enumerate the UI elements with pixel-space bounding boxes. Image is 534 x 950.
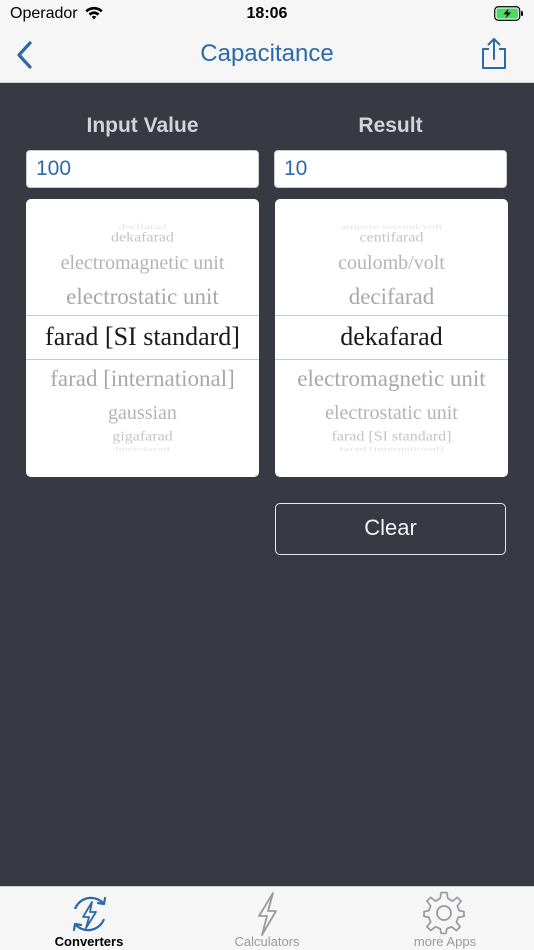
picker-item[interactable]: farad [SI standard] <box>275 429 508 444</box>
picker-item[interactable]: farad [international] <box>26 366 259 392</box>
tab-bar: Converters Calculators more Apps <box>0 886 534 950</box>
picker-item[interactable]: electrostatic unit <box>275 402 508 425</box>
picker-selected-item[interactable]: farad [SI standard] <box>26 322 259 352</box>
picker-item[interactable]: hectofarad <box>26 445 259 453</box>
picker-item[interactable]: electrostatic unit <box>26 284 259 310</box>
picker-item[interactable]: farad [international] <box>275 445 508 453</box>
picker-item[interactable]: electromagnetic unit <box>26 252 259 275</box>
tab-label: Calculators <box>234 934 300 949</box>
input-value-field[interactable]: 100 <box>26 150 259 188</box>
picker-selected-item[interactable]: dekafarad <box>275 322 508 352</box>
from-unit-picker[interactable]: decifarad dekafarad electromagnetic unit… <box>26 199 259 477</box>
tab-more-apps[interactable]: more Apps <box>356 887 534 950</box>
status-time: 18:06 <box>246 5 288 22</box>
share-icon[interactable] <box>480 37 508 71</box>
picker-item[interactable]: decifarad <box>275 284 508 310</box>
battery-charging-icon <box>494 6 523 21</box>
to-unit-picker[interactable]: ampere second/volt centifarad coulomb/vo… <box>275 199 508 477</box>
picker-item[interactable]: centifarad <box>275 230 508 245</box>
gear-icon <box>423 891 465 935</box>
result-field[interactable]: 10 <box>274 150 507 188</box>
input-value-label: Input Value <box>86 114 199 137</box>
tab-label: Converters <box>54 934 124 949</box>
top-bar: Operador 18:06 Capacitance <box>0 0 534 83</box>
picker-item[interactable]: dekafarad <box>26 230 259 245</box>
picker-item[interactable]: electromagnetic unit <box>275 366 508 392</box>
lightning-bolt-icon <box>258 892 277 936</box>
clear-button[interactable]: Clear <box>275 503 506 555</box>
result-label: Result <box>358 114 423 137</box>
tab-label: more Apps <box>413 934 477 949</box>
tab-converters[interactable]: Converters <box>0 887 178 950</box>
page-title: Capacitance <box>200 40 334 67</box>
tab-calculators[interactable]: Calculators <box>178 887 356 950</box>
picker-item[interactable]: coulomb/volt <box>275 252 508 275</box>
status-bar: Operador 18:06 <box>0 0 534 28</box>
picker-item[interactable]: gaussian <box>26 402 259 425</box>
lightning-cycle-icon <box>72 896 107 932</box>
picker-item[interactable]: gigafarad <box>26 429 259 444</box>
